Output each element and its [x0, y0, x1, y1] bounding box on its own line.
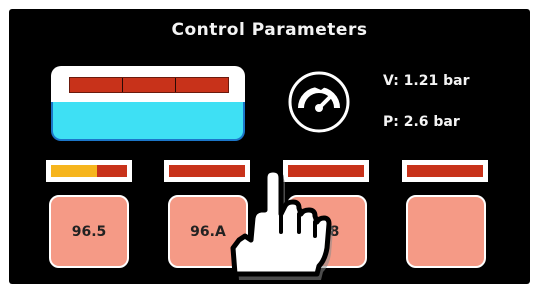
channel-1-button[interactable]: 96.5 [49, 195, 129, 268]
tank-level-segment [176, 78, 228, 92]
pressure-gauge-icon [287, 70, 351, 134]
tank-liquid [51, 102, 245, 141]
channel-1-level-bar [46, 160, 132, 182]
tank-level-segment [123, 78, 176, 92]
tank-level-bar [69, 77, 229, 93]
channel-4-level-bar [402, 160, 488, 182]
channel-4-button[interactable] [406, 195, 486, 268]
pressure-readout: P: 2.6 bar [383, 114, 460, 130]
page-title: Control Parameters [171, 20, 368, 40]
tank-level-widget [51, 66, 245, 141]
pointing-hand-cursor-icon [227, 162, 337, 282]
tank-top [51, 66, 245, 102]
voltage-readout: V: 1.21 bar [383, 73, 470, 89]
tank-level-segment [70, 78, 123, 92]
channel-1-level-fill [51, 165, 97, 177]
